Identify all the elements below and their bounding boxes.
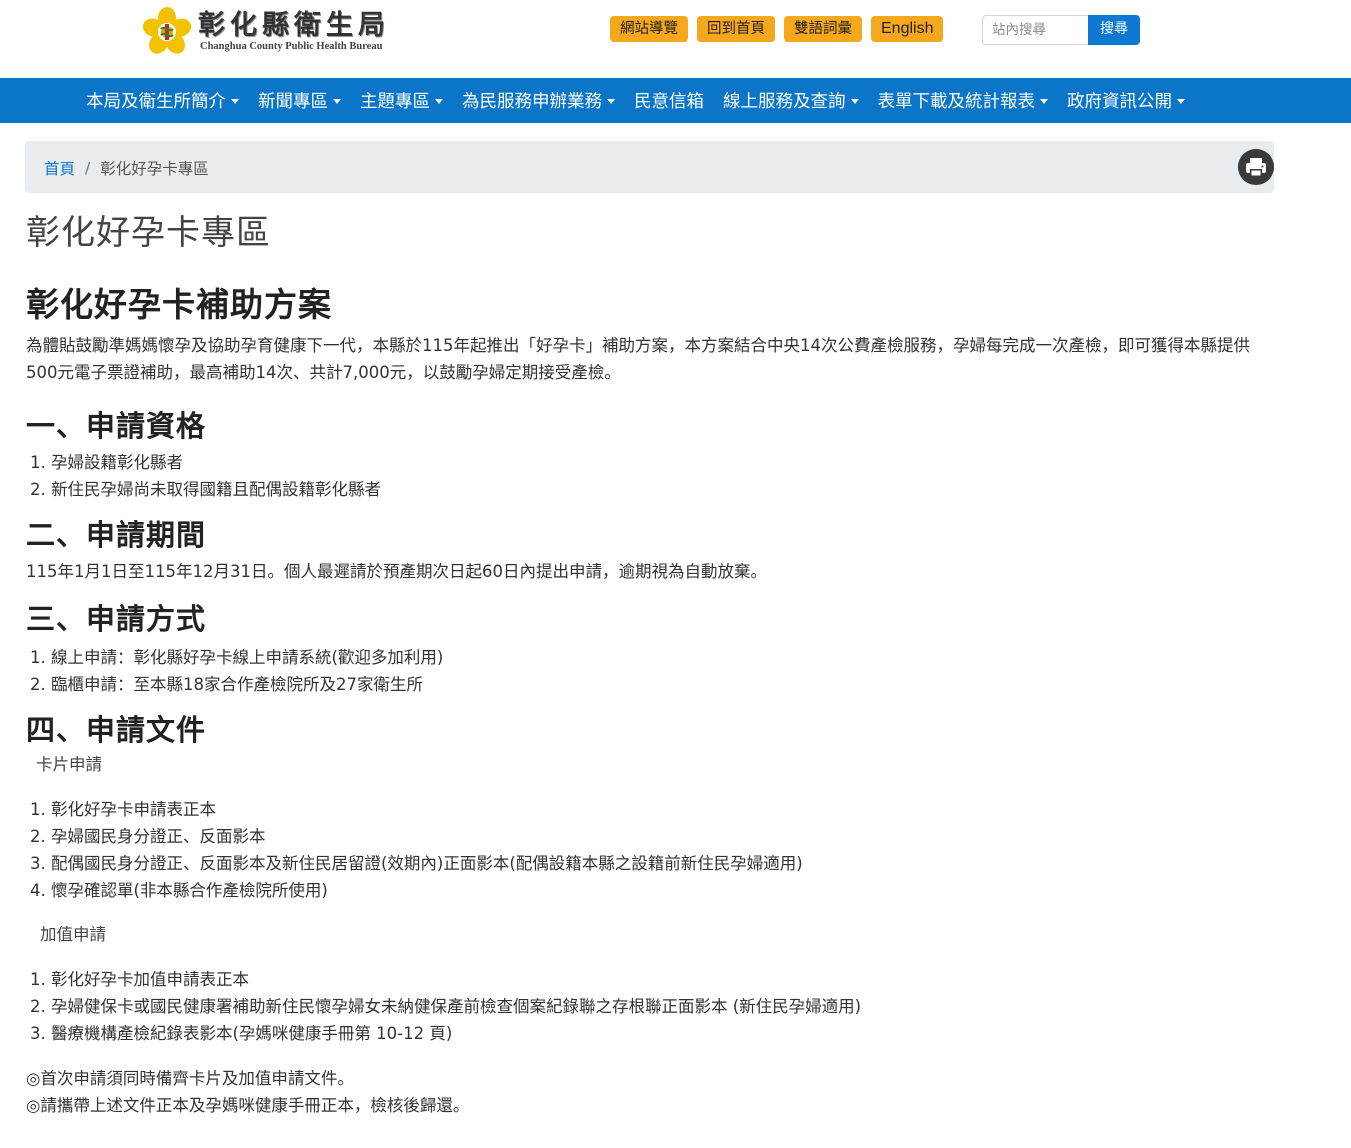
list-item: 彰化好孕卡申請表正本	[51, 796, 1276, 823]
nav-item-services[interactable]: 為民服務申辦業務	[454, 78, 623, 123]
breadcrumb-current: 彰化好孕卡專區	[100, 160, 209, 178]
nav-item-news[interactable]: 新聞專區	[250, 78, 349, 123]
intro-paragraph: 為體貼鼓勵準媽媽懷孕及協助孕育健康下一代，本縣於115年起推出「好孕卡」補助方案…	[26, 336, 1250, 382]
note-bring-originals: ◎請攜帶上述文件正本及孕媽咪健康手冊正本，檢核後歸還。	[26, 1096, 470, 1115]
caret-down-icon	[231, 99, 239, 104]
printer-icon[interactable]	[1238, 149, 1274, 185]
list-item: 線上申請：彰化縣好孕卡線上申請系統(歡迎多加利用)	[51, 644, 1276, 671]
nav-item-label: 為民服務申辦業務	[462, 92, 602, 112]
top-utility-links: 網站導覽 回到首頁 雙語詞彙 English	[610, 16, 944, 42]
bilingual-glossary-link[interactable]: 雙語詞彙	[784, 16, 862, 42]
caret-down-icon	[435, 99, 443, 104]
nav-item-label: 線上服務及查詢	[723, 92, 846, 112]
note-first-application: ◎首次申請須同時備齊卡片及加值申請文件。	[26, 1069, 354, 1088]
nav-item-label: 新聞專區	[258, 92, 328, 112]
caret-down-icon	[1177, 99, 1185, 104]
period-text: 115年1月1日至115年12月31日。個人最遲請於預產期次日起60日內提出申請…	[26, 562, 767, 581]
nav-item-label: 民意信箱	[634, 92, 704, 112]
nav-item-gov-info[interactable]: 政府資訊公開	[1059, 78, 1193, 123]
nav-item-label: 主題專區	[360, 92, 430, 112]
site-header: 彰化縣衛生局 Changhua County Public Health Bur…	[0, 0, 1351, 78]
breadcrumb: 首頁 / 彰化好孕卡專區	[44, 157, 209, 179]
english-link[interactable]: English	[871, 16, 944, 42]
nav-item-topics[interactable]: 主題專區	[352, 78, 451, 123]
topup-application-label: 加值申請	[40, 925, 106, 944]
eligibility-list: 孕婦設籍彰化縣者 新住民孕婦尚未取得國籍且配偶設籍彰化縣者	[26, 449, 1276, 503]
section-heading-method: 三、申請方式	[26, 602, 207, 636]
list-item: 彰化好孕卡加值申請表正本	[51, 966, 1276, 993]
section-heading-documents: 四、申請文件	[26, 713, 207, 747]
nav-item-forms[interactable]: 表單下載及統計報表	[870, 78, 1057, 123]
caret-down-icon	[607, 99, 615, 104]
list-item: 懷孕確認單(非本縣合作產檢院所使用)	[51, 877, 1276, 904]
sitemap-link[interactable]: 網站導覽	[610, 16, 688, 42]
section-heading-period: 二、申請期間	[26, 518, 207, 552]
nav-item-about[interactable]: 本局及衛生所簡介	[78, 78, 247, 123]
bureau-emblem-icon	[142, 7, 192, 54]
nav-item-label: 表單下載及統計報表	[877, 92, 1036, 112]
search-button[interactable]: 搜尋	[1088, 15, 1140, 45]
section-heading-eligibility: 一、申請資格	[26, 409, 207, 443]
nav-item-label: 本局及衛生所簡介	[86, 92, 226, 112]
logo-subtitle: Changhua County Public Health Bureau	[200, 41, 383, 52]
article-title: 彰化好孕卡補助方案	[26, 285, 332, 324]
list-item: 孕婦健保卡或國民健康署補助新住民懷孕婦女未納健保產前檢查個案紀錄聯之存根聯正面影…	[51, 993, 1276, 1020]
list-item: 醫療機構產檢紀錄表影本(孕媽咪健康手冊第 10-12 頁)	[51, 1020, 1276, 1047]
site-logo[interactable]: 彰化縣衛生局 Changhua County Public Health Bur…	[140, 4, 390, 60]
breadcrumb-separator: /	[85, 159, 91, 177]
nav-item-online-services[interactable]: 線上服務及查詢	[715, 78, 867, 123]
list-item: 孕婦國民身分證正、反面影本	[51, 823, 1276, 850]
site-search: 搜尋	[982, 15, 1140, 45]
list-item: 孕婦設籍彰化縣者	[51, 449, 1276, 476]
nav-item-label: 政府資訊公開	[1067, 92, 1172, 112]
list-item: 臨櫃申請：至本縣18家合作產檢院所及27家衛生所	[51, 671, 1276, 698]
page-title: 彰化好孕卡專區	[26, 213, 271, 253]
caret-down-icon	[333, 99, 341, 104]
logo-title: 彰化縣衛生局	[198, 10, 390, 41]
main-content: 彰化好孕卡專區 彰化好孕卡補助方案 為體貼鼓勵準媽媽懷孕及協助孕育健康下一代，本…	[26, 208, 1276, 1119]
breadcrumb-bar: 首頁 / 彰化好孕卡專區	[25, 141, 1274, 193]
breadcrumb-home-link[interactable]: 首頁	[44, 157, 75, 179]
home-link[interactable]: 回到首頁	[697, 16, 775, 42]
caret-down-icon	[850, 99, 859, 104]
card-documents-list: 彰化好孕卡申請表正本 孕婦國民身分證正、反面影本 配偶國民身分證正、反面影本及新…	[26, 796, 1276, 904]
list-item: 配偶國民身分證正、反面影本及新住民居留證(效期內)正面影本(配偶設籍本縣之設籍前…	[51, 850, 1276, 877]
card-application-label: 卡片申請	[36, 755, 102, 774]
caret-down-icon	[1040, 99, 1048, 104]
search-input[interactable]	[982, 15, 1088, 45]
topup-documents-list: 彰化好孕卡加值申請表正本 孕婦健保卡或國民健康署補助新住民懷孕婦女未納健保產前檢…	[26, 966, 1276, 1047]
list-item: 新住民孕婦尚未取得國籍且配偶設籍彰化縣者	[51, 476, 1276, 503]
nav-item-mailbox[interactable]: 民意信箱	[626, 78, 712, 123]
method-list: 線上申請：彰化縣好孕卡線上申請系統(歡迎多加利用) 臨櫃申請：至本縣18家合作產…	[26, 644, 1276, 698]
main-nav: 本局及衛生所簡介 新聞專區 主題專區 為民服務申辦業務 民意信箱 線上服務及查詢…	[0, 78, 1351, 123]
